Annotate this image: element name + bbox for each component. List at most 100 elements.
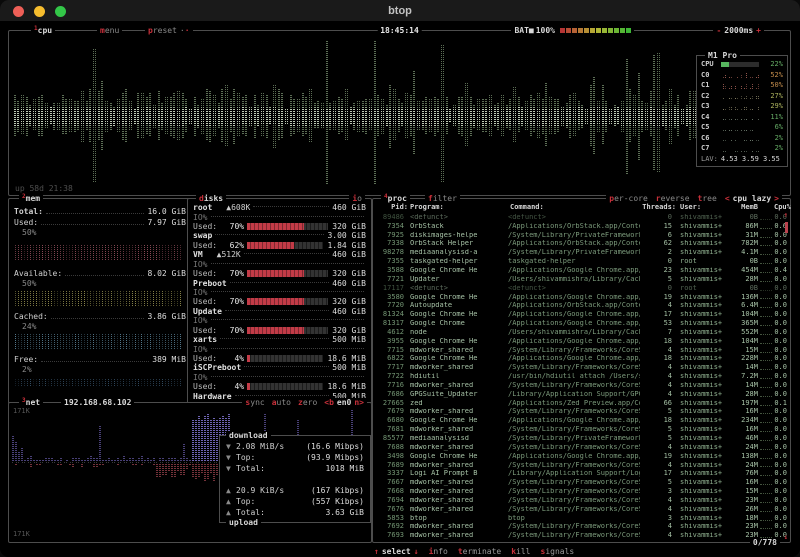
interval-decrease-button[interactable]: - xyxy=(716,26,721,35)
iface-prev-button[interactable]: <b xyxy=(324,398,334,407)
proc-row[interactable]: 7693mdworker_shared/System/Library/Frame… xyxy=(376,531,786,540)
preset-button[interactable]: preset·· xyxy=(145,26,193,35)
cell-user: shivammis+ xyxy=(676,240,726,247)
cpu-history-graph xyxy=(13,35,786,189)
cell-cpu: 0.0 xyxy=(774,311,787,318)
menu-button[interactable]: menu xyxy=(97,26,122,35)
proc-row[interactable]: 7717mdworker_shared/System/Library/Frame… xyxy=(376,363,786,372)
proc-row[interactable]: 3955Google Chrome He/Applications/Google… xyxy=(376,337,786,346)
cell-mem: 552M xyxy=(726,329,758,336)
col-mem[interactable]: MemB xyxy=(726,203,758,211)
cell-cmd: /System/Library/Frameworks/CoreServi xyxy=(508,506,640,513)
proc-row[interactable]: 3337Logi AI Prompt B/Library/Application… xyxy=(376,469,786,478)
cell-prog: OrbStack Helper xyxy=(408,240,508,247)
mem-entry-percent: 24% xyxy=(22,322,36,331)
reverse-toggle[interactable]: reverse xyxy=(656,194,690,203)
select-down-key[interactable]: ↓ xyxy=(414,547,419,556)
scroll-up-icon[interactable]: ↑ xyxy=(784,211,788,219)
per-core-toggle[interactable]: per-core xyxy=(609,194,648,203)
proc-row[interactable]: 7676mdworker_shared/System/Library/Frame… xyxy=(376,505,786,514)
proc-row[interactable]: 81324Google Chrome He/Applications/Googl… xyxy=(376,310,786,319)
proc-row[interactable]: 6822Google Chrome He/Applications/Google… xyxy=(376,355,786,364)
disk-row-VM: VM▲512K460 GiB xyxy=(193,250,366,259)
proc-row[interactable]: 7925diskimages-helpe/System/Library/Priv… xyxy=(376,231,786,240)
proc-box: 4proc filter per-core reverse tree < cpu… xyxy=(372,198,791,543)
proc-row[interactable]: 7694mdworker_shared/System/Library/Frame… xyxy=(376,496,786,505)
net-box-title[interactable]: 3net xyxy=(19,398,43,407)
disks-box-title[interactable]: disks xyxy=(196,194,226,203)
proc-row[interactable]: 7355taskgated-helpertaskgated-helper0roo… xyxy=(376,257,786,266)
cpu-box-title[interactable]: 1cpu xyxy=(31,26,55,35)
proc-row[interactable]: 17117<defunct><defunct>0root0B0.0 xyxy=(376,284,786,293)
proc-row[interactable]: 7668mdworker_shared/System/Library/Frame… xyxy=(376,487,786,496)
proc-row[interactable]: 98278mediaanalysisd-a/System/Library/Pri… xyxy=(376,248,786,257)
proc-box-title[interactable]: 4proc xyxy=(381,194,410,203)
cpu-core-row: C56% xyxy=(701,122,783,133)
cell-mem: 234M xyxy=(726,417,758,424)
proc-row[interactable]: 3498Google Chrome He/Applications/Google… xyxy=(376,452,786,461)
proc-row[interactable]: 81317Google Chrome/Applications/Google C… xyxy=(376,319,786,328)
proc-row[interactable]: 7667mdworker_shared/System/Library/Frame… xyxy=(376,478,786,487)
col-threads[interactable]: Threads: xyxy=(640,203,676,211)
selected-count: 0/778 xyxy=(750,538,780,547)
cell-cpu: 0.0 xyxy=(774,276,787,283)
proc-row[interactable]: 7338OrbStack Helper/Applications/OrbStac… xyxy=(376,240,786,249)
signals-button[interactable]: signals xyxy=(540,547,574,556)
cell-cmd: /System/Library/Frameworks/CoreServi xyxy=(508,479,640,486)
mem-box-title[interactable]: 2mem xyxy=(19,194,43,203)
proc-row[interactable]: 7354OrbStack/Applications/OrbStack.app/C… xyxy=(376,222,786,231)
proc-row[interactable]: 5853btopbtop3shivammis+18M0.0 xyxy=(376,514,786,523)
core-history-graph xyxy=(721,144,759,153)
preset-cycle-icon-2[interactable]: · xyxy=(185,26,190,35)
proc-row[interactable]: 7681mdworker_shared/System/Library/Frame… xyxy=(376,425,786,434)
interval-increase-button[interactable]: + xyxy=(756,26,761,35)
auto-toggle[interactable]: auto xyxy=(272,398,291,407)
proc-row[interactable]: 7720Autoupdate/Applications/OrbStack.app… xyxy=(376,301,786,310)
kill-button[interactable]: kill xyxy=(511,547,530,556)
sort-prev-button[interactable]: < xyxy=(725,194,730,203)
col-program[interactable]: Program: xyxy=(408,203,508,211)
sort-next-button[interactable]: > xyxy=(774,194,779,203)
cell-cpu: 0.1 xyxy=(774,400,787,407)
cell-dots xyxy=(760,455,772,459)
terminate-button[interactable]: terminate xyxy=(458,547,501,556)
cell-prog: mdworker_shared xyxy=(408,462,508,469)
proc-row[interactable]: 3588Google Chrome He/Applications/Google… xyxy=(376,266,786,275)
info-button[interactable]: info xyxy=(429,547,448,556)
proc-row[interactable]: 7722hdiutil/usr/bin/hdiutil attach /User… xyxy=(376,372,786,381)
proc-row[interactable]: 85577mediaanalysisd/System/Library/Priva… xyxy=(376,434,786,443)
proc-row[interactable]: 4612node/Users/shivammishra/Library/Cach… xyxy=(376,328,786,337)
col-command[interactable]: Command: xyxy=(508,203,640,211)
cell-pid: 7667 xyxy=(376,479,408,486)
proc-row[interactable]: 7715mdworker_shared/System/Library/Frame… xyxy=(376,346,786,355)
col-pid[interactable]: Pid: xyxy=(376,203,408,211)
sync-toggle[interactable]: sync xyxy=(245,398,264,407)
proc-row[interactable]: 7716mdworker_shared/System/Library/Frame… xyxy=(376,381,786,390)
cell-cpu: 0.0 xyxy=(774,488,787,495)
scroll-down-icon[interactable]: ↓ xyxy=(784,533,788,541)
proc-row[interactable]: 7686GPGSuite_Updater/Library/Application… xyxy=(376,390,786,399)
proc-row[interactable]: 6680Google Chrome He/Applications/Google… xyxy=(376,416,786,425)
filter-button[interactable]: filter xyxy=(425,194,460,203)
proc-row[interactable]: 7689mdworker_shared/System/Library/Frame… xyxy=(376,461,786,470)
col-cpu[interactable]: Cpu% xyxy=(774,203,787,211)
col-user[interactable]: User: xyxy=(676,203,726,211)
cell-cmd: /System/Library/Frameworks/CoreServi xyxy=(508,347,640,354)
select-up-key[interactable]: ↑ xyxy=(374,547,379,556)
proc-row[interactable]: 3580Google Chrome He/Applications/Google… xyxy=(376,293,786,302)
cell-dots xyxy=(760,322,772,326)
proc-row[interactable]: 7721Updater/Users/shivammishra/Library/C… xyxy=(376,275,786,284)
proc-row[interactable]: 7679mdworker_shared/System/Library/Frame… xyxy=(376,408,786,417)
proc-scrollbar[interactable] xyxy=(785,222,788,233)
iface-next-button[interactable]: n> xyxy=(354,398,364,407)
tree-toggle[interactable]: tree xyxy=(698,194,717,203)
proc-row[interactable]: 7692mdworker_shared/System/Library/Frame… xyxy=(376,523,786,532)
cell-dots xyxy=(760,437,772,441)
cpu-total-row: CPU22% xyxy=(701,59,783,70)
proc-row[interactable]: 27665zed/Applications/Zed Preview.app/Co… xyxy=(376,399,786,408)
proc-row[interactable]: 7688mdworker_shared/System/Library/Frame… xyxy=(376,443,786,452)
cpu-core-row: C411% xyxy=(701,112,783,123)
proc-row[interactable]: 89486<defunct><defunct>0shivammis+0B0.0 xyxy=(376,213,786,222)
io-mode-toggle[interactable]: io xyxy=(349,194,365,203)
zero-toggle[interactable]: zero xyxy=(298,398,317,407)
